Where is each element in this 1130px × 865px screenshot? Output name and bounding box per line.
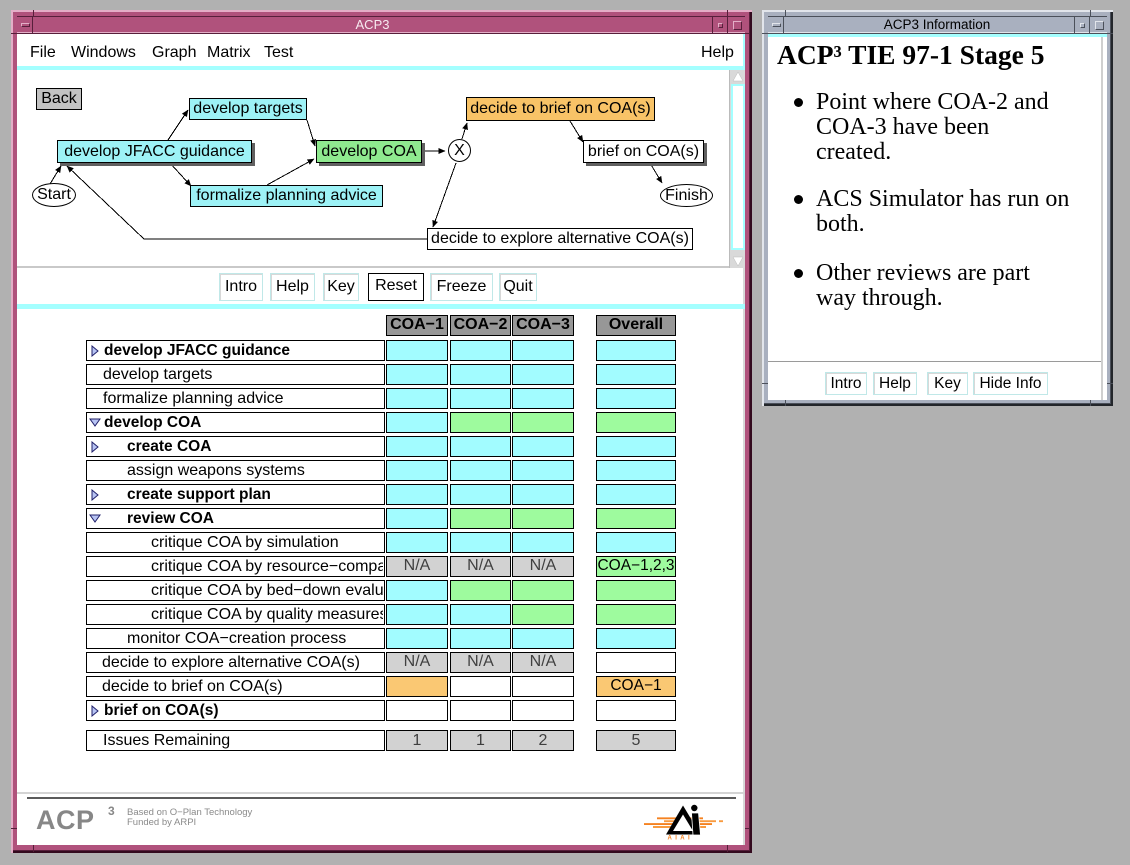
svg-text:AIAI: AIAI: [668, 836, 694, 841]
